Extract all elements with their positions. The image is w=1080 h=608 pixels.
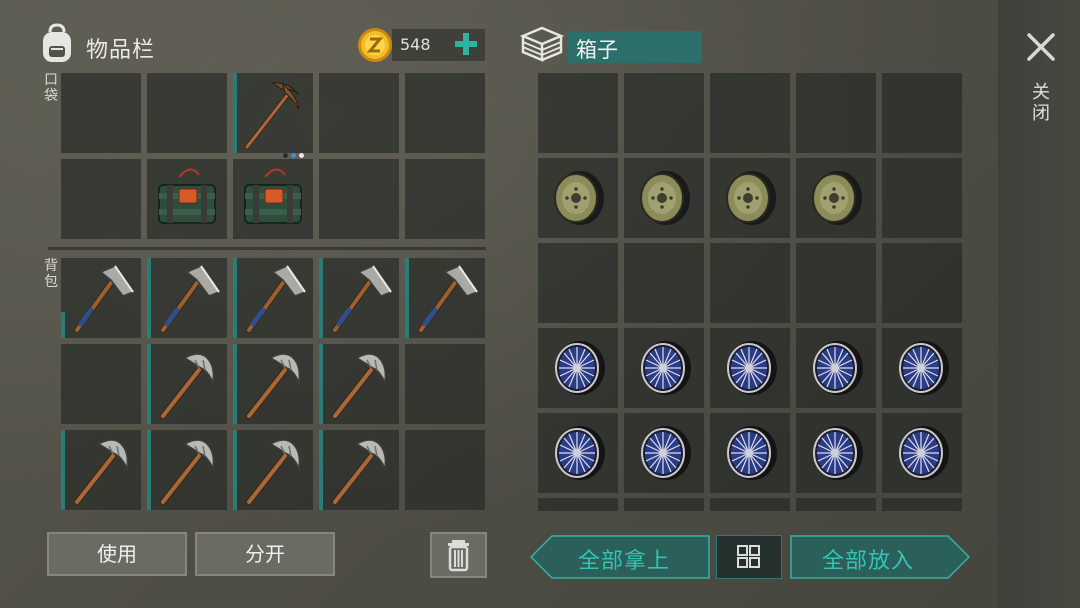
pocket-slot[interactable]: [405, 159, 485, 239]
box-slot[interactable]: [538, 328, 618, 408]
box-slot[interactable]: [882, 413, 962, 493]
box-slot[interactable]: [538, 243, 618, 323]
pocket-slot[interactable]: [61, 159, 141, 239]
box-slot[interactable]: [796, 413, 876, 493]
box-slot[interactable]: [710, 158, 790, 238]
backpack-slot[interactable]: [405, 430, 485, 510]
add-coins-button[interactable]: [452, 28, 480, 60]
backpack-slot[interactable]: [319, 430, 399, 510]
box-slot[interactable]: [710, 413, 790, 493]
box-slot[interactable]: [710, 73, 790, 153]
backpack-slot[interactable]: [233, 344, 313, 424]
backpack-slot[interactable]: [61, 430, 141, 510]
coin-amount: 548: [400, 35, 431, 54]
section-divider: [48, 247, 486, 250]
backpack-slot[interactable]: [233, 430, 313, 510]
box-slot[interactable]: [624, 498, 704, 511]
put-all-button[interactable]: 全部放入: [790, 535, 970, 579]
split-button[interactable]: 分开: [195, 532, 335, 576]
box-title: 箱子: [576, 38, 618, 62]
close-icon[interactable]: [1022, 28, 1060, 66]
pocket-slot[interactable]: [319, 73, 399, 153]
backpack-slot[interactable]: [147, 430, 227, 510]
box-slot[interactable]: [624, 243, 704, 323]
take-all-label: 全部拿上: [578, 549, 671, 574]
backpack-slot[interactable]: [319, 344, 399, 424]
box-slot[interactable]: [796, 243, 876, 323]
box-slot[interactable]: [796, 328, 876, 408]
box-slot[interactable]: [538, 158, 618, 238]
inventory-title: 物品栏: [86, 38, 156, 63]
backpack-slot[interactable]: [147, 344, 227, 424]
backpack-slot[interactable]: [61, 258, 141, 338]
box-slot[interactable]: [624, 158, 704, 238]
pocket-slot[interactable]: [233, 73, 313, 158]
backpack-slot[interactable]: [319, 258, 399, 338]
pocket-slot[interactable]: [405, 73, 485, 153]
box-grid: [535, 69, 964, 511]
box-slot[interactable]: [882, 243, 962, 323]
box-slot[interactable]: [710, 328, 790, 408]
box-slot[interactable]: [624, 413, 704, 493]
box-slot[interactable]: [882, 158, 962, 238]
box-slot[interactable]: [710, 498, 790, 511]
box-slot[interactable]: [624, 328, 704, 408]
grid-sort-icon: [737, 545, 760, 568]
box-slot[interactable]: [796, 158, 876, 238]
backpack-slot[interactable]: [405, 258, 485, 338]
box-slot[interactable]: [882, 328, 962, 408]
pocket-label: 口袋: [44, 72, 58, 104]
use-button[interactable]: 使用: [47, 532, 187, 576]
box-slot[interactable]: [710, 243, 790, 323]
pocket-slot[interactable]: [233, 159, 313, 239]
pocket-slot[interactable]: [61, 73, 141, 153]
box-slot[interactable]: [882, 73, 962, 153]
take-all-button[interactable]: 全部拿上: [530, 535, 710, 579]
box-slot[interactable]: [538, 413, 618, 493]
pocket-slot[interactable]: [147, 159, 227, 239]
trash-button[interactable]: [430, 532, 487, 578]
backpack-slot[interactable]: [147, 258, 227, 338]
trash-icon: [448, 540, 469, 572]
plus-icon: [455, 33, 477, 55]
pocket-slot[interactable]: [147, 73, 227, 153]
box-slot[interactable]: [624, 73, 704, 153]
put-all-label: 全部放入: [822, 549, 915, 574]
box-slot[interactable]: [538, 498, 618, 511]
backpack-slot[interactable]: [233, 258, 313, 338]
backpack-slot[interactable]: [61, 344, 141, 424]
pocket-slot[interactable]: [319, 159, 399, 239]
box-slot[interactable]: [796, 73, 876, 153]
backpack-label: 背包: [44, 258, 58, 290]
box-slot[interactable]: [882, 498, 962, 511]
coin-icon: [358, 28, 392, 62]
page-dot: [299, 153, 304, 158]
page-dot: [291, 153, 296, 158]
backpack-icon: [43, 23, 71, 62]
box-icon: [519, 26, 565, 62]
page-dot: [283, 153, 288, 158]
close-label[interactable]: 关闭: [1030, 82, 1052, 124]
sort-button[interactable]: [716, 535, 782, 579]
box-slot[interactable]: [796, 498, 876, 511]
backpack-slot[interactable]: [405, 344, 485, 424]
box-slot[interactable]: [538, 73, 618, 153]
